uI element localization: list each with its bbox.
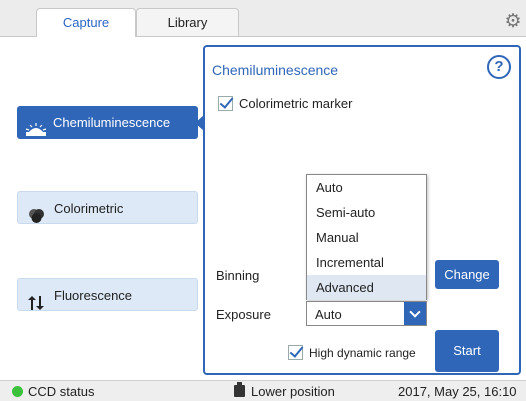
capture-content: Chemiluminescence Colorimetric Fluoresce… xyxy=(0,36,526,380)
tab-library[interactable]: Library xyxy=(136,8,239,36)
chemiluminescence-icon xyxy=(25,116,47,136)
colorimetric-marker-checkbox[interactable]: Colorimetric marker xyxy=(218,96,352,111)
status-bar: CCD status Lower position 2017, May 25, … xyxy=(0,380,526,401)
app-window: Capture Library ⚙ Chemiluminescence Colo… xyxy=(0,0,526,401)
checkbox-checked-icon xyxy=(288,345,303,360)
colorimetric-mode-button[interactable]: Colorimetric xyxy=(17,191,198,224)
exposure-label: Exposure xyxy=(216,307,271,322)
colorimetric-icon xyxy=(26,202,48,223)
chemiluminescence-panel: Chemiluminescence ? Colorimetric marker … xyxy=(203,45,521,375)
exposure-selected-value: Auto xyxy=(315,307,342,322)
fluorescence-mode-label: Fluorescence xyxy=(54,288,133,303)
fluorescence-mode-button[interactable]: Fluorescence xyxy=(17,278,198,311)
start-button[interactable]: Start xyxy=(435,330,499,372)
exposure-dropdown-list: Auto Semi-auto Manual Incremental Advanc… xyxy=(306,174,427,300)
exposure-option-auto[interactable]: Auto xyxy=(307,175,426,200)
high-dynamic-range-checkbox[interactable]: High dynamic range xyxy=(288,345,416,360)
help-button[interactable]: ? xyxy=(487,55,511,79)
high-dynamic-range-label: High dynamic range xyxy=(309,345,416,360)
ccd-status-text: CCD status xyxy=(28,384,95,399)
fluorescence-icon xyxy=(26,289,48,310)
binning-label: Binning xyxy=(216,268,260,283)
position-text: Lower position xyxy=(251,384,335,399)
exposure-option-advanced[interactable]: Advanced xyxy=(307,275,426,300)
colorimetric-marker-label: Colorimetric marker xyxy=(239,96,353,111)
ccd-status-indicator-icon xyxy=(12,386,23,397)
exposure-option-manual[interactable]: Manual xyxy=(307,225,426,250)
checkbox-checked-icon xyxy=(218,96,233,111)
tab-bar: Capture Library ⚙ xyxy=(0,0,526,37)
tab-capture[interactable]: Capture xyxy=(36,8,136,37)
exposure-option-incremental[interactable]: Incremental xyxy=(307,250,426,275)
exposure-option-semi-auto[interactable]: Semi-auto xyxy=(307,200,426,225)
colorimetric-mode-label: Colorimetric xyxy=(54,201,124,216)
chemiluminescence-mode-button[interactable]: Chemiluminescence xyxy=(17,106,198,139)
exposure-select[interactable]: Auto xyxy=(306,301,427,326)
chemiluminescence-mode-label: Chemiluminescence xyxy=(53,115,171,130)
gear-icon[interactable]: ⚙ xyxy=(503,12,523,32)
panel-title: Chemiluminescence xyxy=(212,62,339,78)
position-icon xyxy=(234,382,245,397)
datetime-text: 2017, May 25, 16:10 xyxy=(398,384,517,399)
chevron-down-icon[interactable] xyxy=(404,302,426,325)
change-button[interactable]: Change xyxy=(435,260,499,289)
